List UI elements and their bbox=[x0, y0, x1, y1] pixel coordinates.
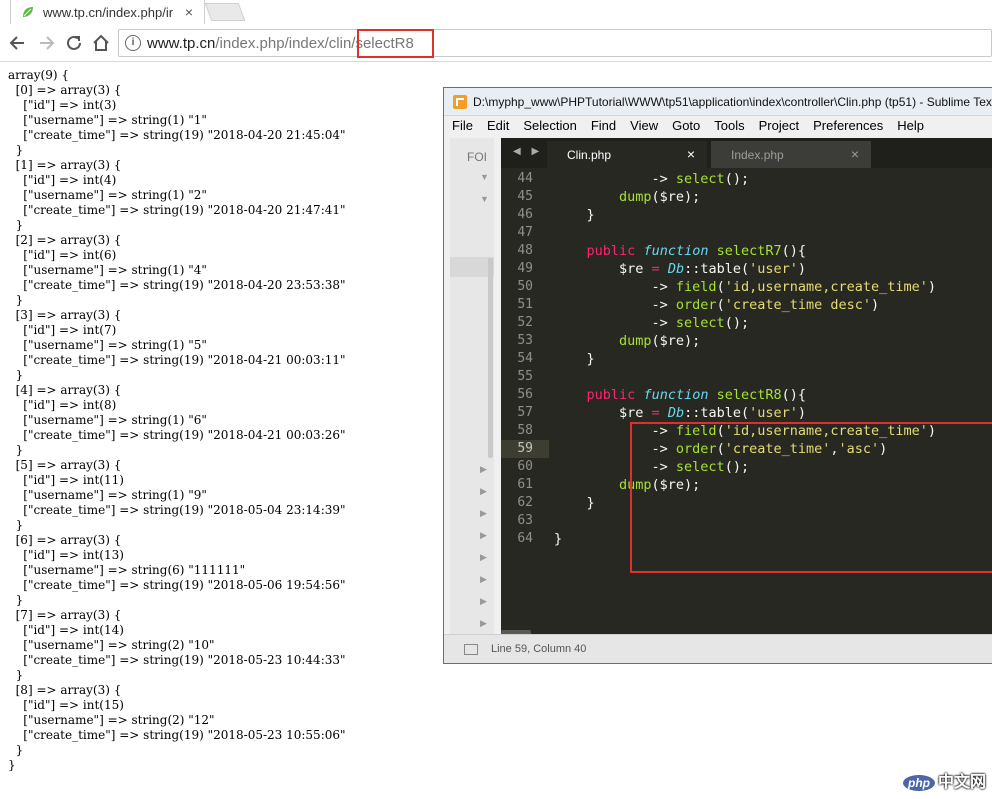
info-icon[interactable]: i bbox=[125, 35, 141, 51]
line-number: 47 bbox=[517, 225, 533, 240]
sidebar-expand-icon[interactable]: ▶ bbox=[480, 530, 487, 541]
watermark-text: 中文网 bbox=[938, 774, 987, 791]
line-number: 54 bbox=[517, 351, 533, 366]
line-number: 44 bbox=[517, 171, 533, 186]
tab-close-icon[interactable]: × bbox=[851, 146, 859, 162]
sublime-app-icon bbox=[453, 95, 467, 109]
new-tab-button[interactable] bbox=[204, 3, 246, 21]
code-line[interactable]: -> order('create_time desc') bbox=[554, 296, 936, 314]
editor-statusbar: Line 59, Column 40 bbox=[444, 634, 992, 663]
forward-arrow-icon[interactable] bbox=[35, 32, 57, 54]
tab-close-icon[interactable]: × bbox=[180, 4, 198, 20]
tab-clin-php[interactable]: Clin.php × bbox=[547, 141, 707, 168]
line-number: 45 bbox=[517, 189, 533, 204]
browser-tab[interactable]: www.tp.cn/index.php/ir × bbox=[10, 0, 205, 24]
menu-find[interactable]: Find bbox=[583, 116, 622, 136]
code-line[interactable]: -> field('id,username,create_time') bbox=[554, 278, 937, 296]
line-number: 50 bbox=[517, 279, 533, 294]
tab-index-php[interactable]: Index.php × bbox=[711, 141, 871, 168]
editor-window: D:\myphp_www\PHPTutorial\WWW\tp51\applic… bbox=[443, 87, 992, 664]
code-line[interactable]: public function selectR8(){ bbox=[554, 386, 936, 404]
line-number: 51 bbox=[517, 297, 533, 312]
code-line[interactable]: dump($re); bbox=[554, 332, 936, 350]
code-line[interactable]: } bbox=[554, 350, 936, 368]
line-number-gutter: 44 45 46 47 48 49 50 51 52 53 54 55 56 57 58 59 60 61 62 63… bbox=[501, 170, 549, 548]
sidebar-scrollbar[interactable] bbox=[488, 258, 493, 458]
address-bar[interactable]: i www.tp.cn/index.php/index/clin/selectR… bbox=[118, 29, 992, 57]
editor-tab-bar: ◀ ▶ Clin.php × Index.php × bbox=[501, 138, 992, 168]
sidebar-expand-icon[interactable]: ▶ bbox=[480, 618, 487, 629]
browser-toolbar: i www.tp.cn/index.php/index/clin/selectR… bbox=[0, 24, 992, 62]
code-highlight-box bbox=[630, 422, 992, 573]
tab-title: www.tp.cn/index.php/ir bbox=[43, 4, 174, 20]
line-number: 55 bbox=[517, 369, 533, 384]
site-watermark: php 中文网 bbox=[903, 768, 986, 792]
url-host: www.tp.cn bbox=[147, 35, 216, 52]
tab-close-icon[interactable]: × bbox=[687, 146, 695, 162]
sidebar-expand-icon[interactable]: ▶ bbox=[480, 574, 487, 585]
code-line[interactable] bbox=[554, 224, 936, 242]
line-number: 59 bbox=[501, 440, 549, 458]
sidebar-expand-icon[interactable]: ▶ bbox=[480, 508, 487, 519]
line-number: 49 bbox=[517, 261, 533, 276]
menu-file[interactable]: File bbox=[444, 116, 479, 136]
back-arrow-icon[interactable] bbox=[7, 32, 29, 54]
line-number: 53 bbox=[517, 333, 533, 348]
watermark-logo: php bbox=[903, 775, 935, 791]
code-line[interactable]: dump($re); bbox=[554, 188, 936, 206]
line-number: 57 bbox=[517, 405, 533, 420]
menu-view[interactable]: View bbox=[622, 116, 664, 136]
line-number: 61 bbox=[517, 477, 533, 492]
sidebar-expand-icon[interactable]: ▶ bbox=[480, 486, 487, 497]
editor-menubar: File Edit Selection Find View Goto Tools… bbox=[444, 116, 992, 136]
code-line[interactable]: } bbox=[554, 206, 936, 224]
editor-window-title: D:\myphp_www\PHPTutorial\WWW\tp51\applic… bbox=[473, 95, 992, 109]
tab-label: Clin.php bbox=[567, 148, 612, 162]
code-line[interactable]: $re = Db::table('user') bbox=[554, 260, 936, 278]
sidebar-folders-label: FOI bbox=[467, 150, 487, 164]
code-line[interactable]: -> select(); bbox=[554, 314, 936, 332]
menu-help[interactable]: Help bbox=[889, 116, 930, 136]
url-highlight-box bbox=[357, 29, 434, 58]
code-line[interactable]: public function selectR7(){ bbox=[554, 242, 936, 260]
line-number: 48 bbox=[517, 243, 533, 258]
line-number: 52 bbox=[517, 315, 533, 330]
sidebar-collapse-icon[interactable]: ▼ bbox=[480, 172, 489, 182]
tab-strip: www.tp.cn/index.php/ir × bbox=[0, 0, 992, 24]
editor-titlebar: D:\myphp_www\PHPTutorial\WWW\tp51\applic… bbox=[444, 88, 992, 116]
line-number: 58 bbox=[517, 423, 533, 438]
menu-selection[interactable]: Selection bbox=[515, 116, 582, 136]
menu-project[interactable]: Project bbox=[751, 116, 805, 136]
code-line[interactable]: -> select(); bbox=[554, 170, 936, 188]
sidebar-collapse-icon[interactable]: ▼ bbox=[480, 194, 489, 204]
code-line[interactable]: $re = Db::table('user') bbox=[554, 404, 936, 422]
code-line[interactable] bbox=[554, 368, 936, 386]
line-number: 60 bbox=[517, 459, 533, 474]
dump-output: array(9) { [0] => array(3) { ["id"] => i… bbox=[8, 68, 346, 772]
code-area[interactable]: ◀ ▶ Clin.php × Index.php × 44 45 46 47 48 49 5… bbox=[501, 138, 992, 635]
reload-icon[interactable] bbox=[63, 32, 85, 54]
line-number: 63 bbox=[517, 513, 533, 528]
line-number: 46 bbox=[517, 207, 533, 222]
home-icon[interactable] bbox=[90, 32, 112, 54]
sidebar-expand-icon[interactable]: ▶ bbox=[480, 464, 487, 475]
leaf-favicon-icon bbox=[23, 7, 33, 17]
menu-goto[interactable]: Goto bbox=[664, 116, 706, 136]
cursor-position: Line 59, Column 40 bbox=[491, 643, 587, 655]
tab-nav-arrows-icon[interactable]: ◀ ▶ bbox=[513, 146, 543, 157]
menu-preferences[interactable]: Preferences bbox=[805, 116, 889, 136]
line-number: 56 bbox=[517, 387, 533, 402]
sidebar-expand-icon[interactable]: ▶ bbox=[480, 596, 487, 607]
panel-toggle-icon[interactable] bbox=[464, 644, 478, 655]
menu-edit[interactable]: Edit bbox=[479, 116, 515, 136]
menu-tools[interactable]: Tools bbox=[706, 116, 750, 136]
line-number: 62 bbox=[517, 495, 533, 510]
tab-label: Index.php bbox=[731, 148, 784, 162]
line-number: 64 bbox=[517, 531, 533, 546]
sidebar-expand-icon[interactable]: ▶ bbox=[480, 552, 487, 563]
